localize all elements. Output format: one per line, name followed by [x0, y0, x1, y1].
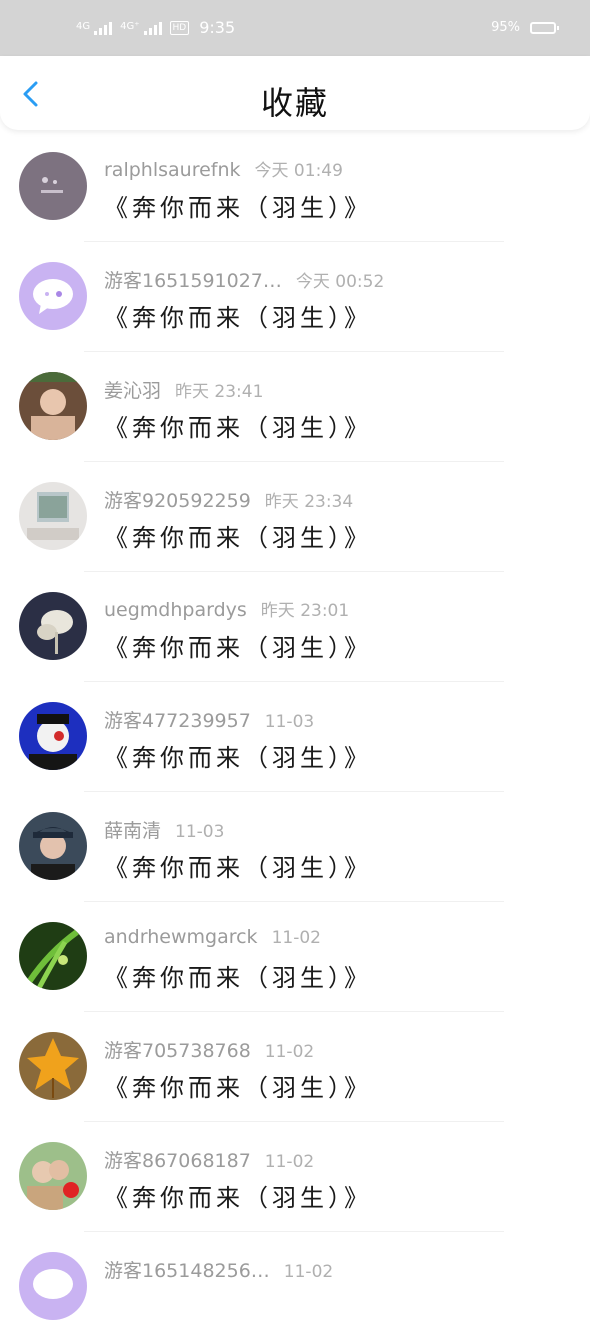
list-item[interactable]: 姜沁羽 昨天 23:41 《奔你而来（羽生）》	[0, 352, 590, 462]
username: 游客1651591027…	[104, 270, 282, 292]
timestamp: 11-02	[283, 1262, 334, 1282]
status-time: 9:35	[199, 18, 236, 37]
username: ralphlsaurefnk	[104, 159, 241, 181]
avatar[interactable]	[19, 372, 87, 440]
list-item[interactable]: 游客1651591027… 今天 00:52 《奔你而来（羽生）》	[0, 242, 590, 352]
avatar[interactable]	[19, 922, 87, 990]
avatar[interactable]	[19, 702, 87, 770]
favorite-title: 《奔你而来（羽生）》	[104, 634, 372, 662]
timestamp: 昨天 23:01	[260, 601, 350, 621]
item-meta: uegmdhpardys 昨天 23:01	[104, 596, 349, 621]
hd-icon: HD	[169, 20, 190, 35]
username: 游客705738768	[104, 1040, 251, 1062]
favorite-title: 《奔你而来（羽生）》	[104, 1184, 372, 1212]
avatar[interactable]	[19, 812, 87, 880]
list-item[interactable]: 薛南清 11-03 《奔你而来（羽生）》	[0, 792, 590, 902]
favorite-title: 《奔你而来（羽生）》	[104, 964, 372, 992]
favorite-title: 《奔你而来（羽生）》	[104, 1074, 372, 1102]
signal-icon: 4G	[76, 20, 113, 35]
item-meta: 游客477239957 11-03	[104, 706, 314, 733]
item-meta: 游客705738768 11-02	[104, 1036, 314, 1063]
favorite-title: 《奔你而来（羽生）》	[104, 524, 372, 552]
avatar[interactable]	[19, 482, 87, 550]
item-meta: 薛南清 11-03	[104, 816, 224, 843]
signal-icon-2: 4G⁺	[120, 20, 162, 35]
item-meta: 游客1651591027… 今天 00:52	[104, 266, 384, 293]
network-type-label-2: 4G⁺	[120, 20, 140, 32]
favorite-title: 《奔你而来（羽生）》	[104, 854, 372, 882]
favorite-title: 《奔你而来（羽生）》	[104, 194, 372, 222]
battery-icon	[530, 21, 559, 34]
list-item[interactable]: ralphlsaurefnk 今天 01:49 《奔你而来（羽生）》	[0, 132, 590, 242]
item-meta: 游客165148256… 11-02	[104, 1256, 333, 1283]
network-type-label: 4G	[76, 20, 91, 32]
favorite-title: 《奔你而来（羽生）》	[104, 744, 372, 772]
item-meta: 游客920592259 昨天 23:34	[104, 486, 353, 513]
status-right: 95%	[491, 20, 559, 35]
timestamp: 11-02	[264, 1152, 315, 1172]
list-item[interactable]: 游客920592259 昨天 23:34 《奔你而来（羽生）》	[0, 462, 590, 572]
favorite-title: 《奔你而来（羽生）》	[104, 414, 372, 442]
avatar[interactable]	[19, 262, 87, 330]
timestamp: 11-03	[264, 712, 315, 732]
avatar[interactable]	[19, 152, 87, 220]
username: 游客477239957	[104, 710, 251, 732]
avatar[interactable]	[19, 1142, 87, 1210]
username: 姜沁羽	[104, 380, 162, 402]
timestamp: 11-02	[264, 1042, 315, 1062]
item-meta: ralphlsaurefnk 今天 01:49	[104, 156, 343, 181]
page-title: 收藏	[260, 84, 329, 122]
item-meta: 游客867068187 11-02	[104, 1146, 314, 1173]
username: 薛南清	[104, 820, 162, 842]
list-item[interactable]: 游客165148256… 11-02	[0, 1232, 590, 1342]
avatar[interactable]	[19, 1252, 87, 1320]
username: andrhewmgarck	[104, 926, 258, 948]
item-meta: 姜沁羽 昨天 23:41	[104, 376, 263, 403]
status-bar: 4G 4G⁺ HD 9:35 95%	[0, 0, 590, 56]
timestamp: 11-02	[271, 928, 321, 948]
list-item[interactable]: uegmdhpardys 昨天 23:01 《奔你而来（羽生）》	[0, 572, 590, 682]
favorites-list: ralphlsaurefnk 今天 01:49 《奔你而来（羽生）》 游客1651…	[0, 132, 590, 1342]
timestamp: 昨天 23:34	[264, 492, 354, 512]
timestamp: 今天 01:49	[254, 161, 343, 181]
avatar[interactable]	[19, 1032, 87, 1100]
timestamp: 11-03	[175, 822, 225, 842]
list-item[interactable]: 游客477239957 11-03 《奔你而来（羽生）》	[0, 682, 590, 792]
favorite-title: 《奔你而来（羽生）》	[104, 304, 372, 332]
list-item[interactable]: andrhewmgarck 11-02 《奔你而来（羽生）》	[0, 902, 590, 1012]
timestamp: 昨天 23:41	[175, 382, 264, 402]
status-left: 4G 4G⁺ HD 9:35	[76, 18, 235, 37]
item-meta: andrhewmgarck 11-02	[104, 926, 321, 948]
list-item[interactable]: 游客705738768 11-02 《奔你而来（羽生）》	[0, 1012, 590, 1122]
username: 游客867068187	[104, 1150, 251, 1172]
username: uegmdhpardys	[104, 599, 247, 621]
list-item[interactable]: 游客867068187 11-02 《奔你而来（羽生）》	[0, 1122, 590, 1232]
battery-percent: 95%	[491, 20, 520, 35]
username: 游客920592259	[104, 490, 251, 512]
username: 游客165148256…	[104, 1260, 270, 1282]
nav-bar: 收藏	[0, 56, 590, 130]
timestamp: 今天 00:52	[295, 272, 385, 292]
avatar[interactable]	[19, 592, 87, 660]
